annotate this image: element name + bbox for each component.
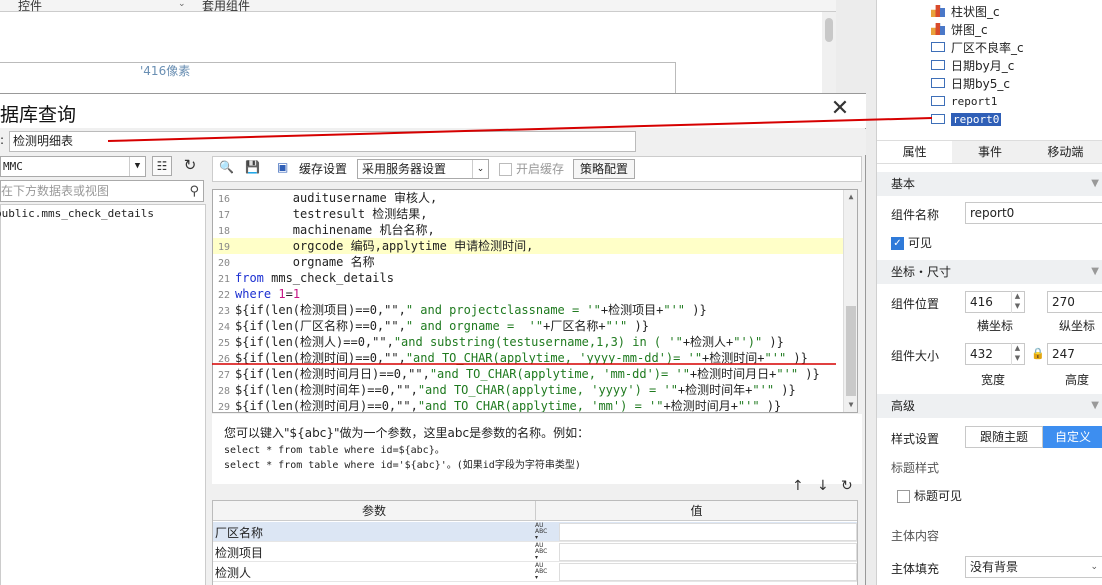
- width-label: 宽度: [981, 373, 1006, 387]
- tab-events[interactable]: 事件: [952, 141, 1027, 163]
- tab-mobile[interactable]: 移动端: [1028, 141, 1102, 163]
- bar-chart-icon: [931, 5, 945, 17]
- table-row[interactable]: 厂区名称 AU ABC ▾: [213, 522, 857, 542]
- tree-item-pie-chart[interactable]: 饼图_c: [931, 20, 988, 38]
- value-header: 值: [535, 501, 857, 521]
- section-advanced[interactable]: 高级 ▼: [877, 394, 1102, 418]
- height-input[interactable]: 247: [1047, 343, 1102, 365]
- canvas-ruler-box: [0, 62, 676, 94]
- tree-item-report1[interactable]: report1: [931, 92, 997, 110]
- type-icon[interactable]: AU ABC ▾: [535, 523, 557, 541]
- chevron-up-icon[interactable]: ▲: [844, 190, 857, 204]
- table-search-input[interactable]: 在下方数据表或视图 ⚲: [0, 180, 204, 202]
- enable-cache-checkbox[interactable]: 开启缓存: [499, 160, 564, 177]
- pos-x-stepper[interactable]: ▲ ▼: [1011, 291, 1023, 313]
- report-icon: [931, 42, 945, 52]
- editor-scrollbar[interactable]: ▲ ▼: [843, 190, 857, 412]
- sql-editor[interactable]: 16 auditusername 审核人, 17 testresult 检测结果…: [212, 189, 858, 413]
- style-custom[interactable]: 自定义: [1043, 426, 1102, 448]
- param-header: 参数: [361, 504, 386, 518]
- chevron-down-icon: ⌄: [472, 160, 488, 178]
- dialog-titlebar: 据库查询 ✕: [0, 94, 866, 128]
- pos-y-input[interactable]: 270: [1047, 291, 1102, 313]
- param-value-input[interactable]: [559, 543, 857, 561]
- params-table: 参数 值 厂区名称 AU ABC ▾ 检测项目 AU ABC ▾ 检测人 AU ABC ▾: [212, 500, 858, 585]
- collapse-icon: ▼: [1091, 400, 1099, 411]
- report-icon: [931, 78, 945, 88]
- cache-select[interactable]: 采用服务器设置 ⌄: [357, 159, 489, 179]
- tree-item-report0[interactable]: report0: [931, 110, 1002, 128]
- tab-properties[interactable]: 属性: [877, 141, 953, 163]
- chevron-down-icon: ▼: [129, 157, 145, 176]
- property-tabs: 属性 事件 移动端: [877, 140, 1102, 164]
- datasource-select[interactable]: MMC ▼: [0, 156, 146, 177]
- section-coords[interactable]: 坐标・尺寸 ▼: [877, 260, 1102, 284]
- name-label: :: [0, 133, 5, 147]
- refresh-icon[interactable]: ↻: [180, 156, 200, 176]
- table-view-icon[interactable]: ☷: [152, 156, 172, 176]
- arrow-up-icon[interactable]: ↑: [792, 478, 804, 494]
- strategy-config-button[interactable]: 策略配置: [573, 159, 635, 179]
- style-label: 样式设置: [891, 432, 940, 446]
- param-value-input[interactable]: [559, 563, 857, 581]
- body-fill-label: 主体填充: [891, 562, 940, 576]
- query-name-row: : 检测明细表: [0, 129, 866, 155]
- db-query-dialog: 据库查询 ✕ : 检测明细表 MMC ▼ ☷ ↻ 在下方数据表或视图 ⚲ pub…: [0, 93, 866, 585]
- height-label: 高度: [1065, 373, 1090, 387]
- lock-icon[interactable]: 🔒: [1031, 347, 1045, 360]
- report-icon: [931, 60, 945, 70]
- list-item[interactable]: public.mms_check_details: [0, 205, 205, 220]
- style-follow-theme[interactable]: 跟随主题: [965, 426, 1043, 448]
- collapse-icon: ▼: [1091, 266, 1099, 277]
- title-visible-checkbox[interactable]: 标题可见: [897, 487, 962, 504]
- report-icon: [931, 96, 945, 106]
- close-icon[interactable]: ✕: [829, 98, 851, 120]
- chevron-down-icon: ⌄: [1090, 562, 1098, 572]
- tree-item-defect-rate[interactable]: 厂区不良率_c: [931, 38, 1024, 56]
- x-label: 横坐标: [977, 319, 1014, 333]
- component-name-input[interactable]: report0: [965, 202, 1102, 224]
- cache-icon: ▣: [277, 160, 289, 174]
- width-stepper[interactable]: ▲ ▼: [1011, 343, 1023, 365]
- type-icon[interactable]: AU ABC ▾: [535, 563, 557, 581]
- report-icon: [931, 114, 945, 124]
- component-name-label: 组件名称: [891, 208, 940, 222]
- table-row[interactable]: 检测人 AU ABC ▾: [213, 562, 857, 582]
- body-content-label: 主体内容: [891, 529, 940, 543]
- property-panel: 柱状图_c 饼图_c 厂区不良率_c 日期by月_c 日期by5_c repor…: [876, 0, 1102, 585]
- visible-checkbox[interactable]: ✓ 可见: [891, 234, 932, 251]
- tree-item-date-by-month[interactable]: 日期by月_c: [931, 56, 1014, 74]
- tree-item-bar-chart[interactable]: 柱状图_c: [931, 2, 1000, 20]
- query-name-input[interactable]: 检测明细表: [9, 131, 636, 152]
- sql-toolbar: 🔍 💾 ▣ 缓存设置 采用服务器设置 ⌄ 开启缓存 策略配置: [212, 156, 862, 182]
- dialog-title: 据库查询: [0, 104, 77, 126]
- arrow-down-icon[interactable]: ↓: [817, 478, 829, 494]
- section-basic[interactable]: 基本 ▼: [877, 172, 1102, 196]
- type-icon[interactable]: AU ABC ▾: [535, 543, 557, 561]
- table-row[interactable]: 检测项目 AU ABC ▾: [213, 542, 857, 562]
- title-style-label: 标题样式: [891, 461, 940, 475]
- save-icon[interactable]: 💾: [245, 160, 260, 174]
- chevron-down-icon[interactable]: ▼: [844, 398, 857, 412]
- preview-icon[interactable]: 🔍: [219, 160, 234, 174]
- refresh-icon[interactable]: ↻: [841, 478, 853, 494]
- designer-tab-strip: 控件 ⌄ 套用组件: [0, 0, 836, 13]
- collapse-icon: ▼: [1091, 178, 1099, 189]
- checkmark-icon: ✓: [891, 237, 904, 250]
- cache-label: 缓存设置: [299, 162, 348, 176]
- bar-chart-icon: [931, 23, 945, 35]
- ruler-label: '416像素: [140, 64, 191, 78]
- position-label: 组件位置: [891, 297, 940, 311]
- chevron-down-icon[interactable]: ⌄: [178, 0, 186, 9]
- param-value-input[interactable]: [559, 523, 857, 541]
- y-label: 纵坐标: [1059, 319, 1096, 333]
- tree-item-date-by5[interactable]: 日期by5_c: [931, 74, 1010, 92]
- body-fill-select[interactable]: 没有背景 ⌄: [965, 556, 1102, 578]
- table-list: public.mms_check_details: [0, 204, 206, 585]
- search-icon: ⚲: [189, 184, 199, 199]
- parameter-help: 您可以键入"${abc}"做为一个参数，这里abc是参数的名称。例如： sele…: [212, 414, 862, 484]
- size-label: 组件大小: [891, 349, 940, 363]
